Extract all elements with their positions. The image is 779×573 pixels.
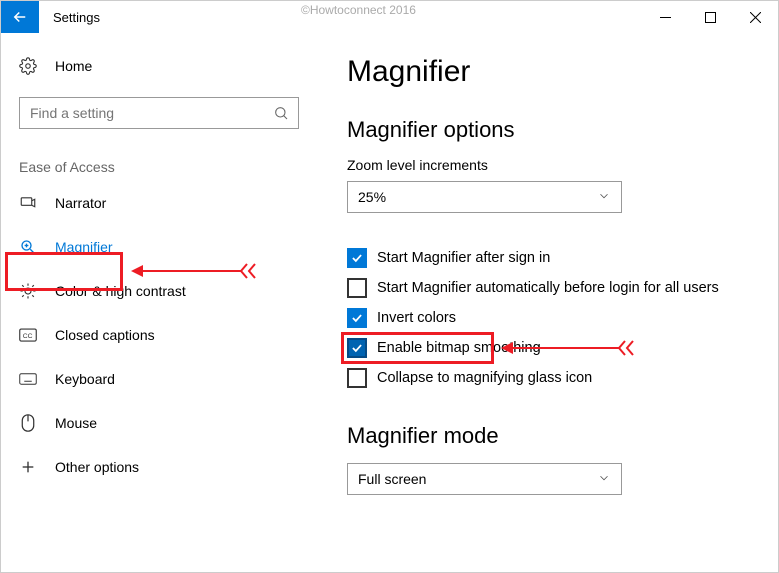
minimize-button[interactable] (643, 1, 688, 33)
sidebar-item-narrator[interactable]: Narrator (1, 181, 317, 225)
maximize-icon (705, 12, 716, 23)
checkbox-unchecked-icon (347, 278, 367, 298)
page-title: Magnifier (347, 55, 758, 89)
mode-value: Full screen (358, 471, 426, 487)
gear-icon (19, 57, 37, 75)
zoom-dropdown[interactable]: 25% (347, 181, 622, 213)
sidebar-item-label: Mouse (55, 415, 97, 431)
sidebar-item-label: Narrator (55, 195, 106, 211)
sidebar-item-other-options[interactable]: Other options (1, 445, 317, 489)
category-label: Ease of Access (1, 135, 317, 181)
back-button[interactable] (1, 1, 39, 33)
brightness-icon (19, 282, 37, 300)
sidebar-item-closed-captions[interactable]: CC Closed captions (1, 313, 317, 357)
checkbox-checked-icon (347, 308, 367, 328)
check-invert-colors[interactable]: Invert colors (347, 303, 758, 333)
sidebar-item-mouse[interactable]: Mouse (1, 401, 317, 445)
mouse-icon (19, 414, 37, 432)
maximize-button[interactable] (688, 1, 733, 33)
chevron-down-icon (597, 189, 611, 206)
mode-dropdown[interactable]: Full screen (347, 463, 622, 495)
sidebar-item-label: Color & high contrast (55, 283, 186, 299)
search-icon (273, 97, 289, 129)
checkbox-checked-icon (347, 248, 367, 268)
checkbox-unchecked-icon (347, 368, 367, 388)
svg-text:CC: CC (23, 333, 33, 340)
sidebar-item-label: Closed captions (55, 327, 155, 343)
search-wrap (19, 97, 299, 129)
arrow-left-icon (11, 8, 29, 26)
check-label: Collapse to magnifying glass icon (377, 370, 592, 386)
sidebar-item-label: Magnifier (55, 239, 113, 255)
sidebar: Home Ease of Access Narrator Magnifier (1, 33, 317, 572)
watermark: ©Howtoconnect 2016 (301, 3, 416, 17)
window-title: Settings (39, 10, 100, 25)
options-heading: Magnifier options (347, 117, 758, 143)
check-label: Invert colors (377, 310, 456, 326)
close-icon (750, 12, 761, 23)
check-label: Enable bitmap smoothing (377, 340, 541, 356)
checkbox-checked-icon (347, 338, 367, 358)
window-controls (643, 1, 778, 33)
mode-heading: Magnifier mode (347, 423, 758, 449)
sidebar-item-label: Other options (55, 459, 139, 475)
check-label: Start Magnifier automatically before log… (377, 280, 719, 296)
magnifier-icon (19, 238, 37, 256)
zoom-value: 25% (358, 189, 386, 205)
plus-icon (19, 459, 37, 475)
narrator-icon (19, 194, 37, 212)
check-collapse-glass[interactable]: Collapse to magnifying glass icon (347, 363, 758, 393)
minimize-icon (660, 12, 671, 23)
main-panel: Magnifier Magnifier options Zoom level i… (317, 33, 778, 572)
search-input[interactable] (19, 97, 299, 129)
keyboard-icon (19, 372, 37, 386)
check-bitmap-smoothing[interactable]: Enable bitmap smoothing (347, 333, 758, 363)
home-link[interactable]: Home (1, 45, 317, 87)
sidebar-item-keyboard[interactable]: Keyboard (1, 357, 317, 401)
zoom-label: Zoom level increments (347, 157, 758, 173)
chevron-down-icon (597, 471, 611, 488)
sidebar-item-label: Keyboard (55, 371, 115, 387)
cc-icon: CC (19, 328, 37, 342)
close-button[interactable] (733, 1, 778, 33)
check-label: Start Magnifier after sign in (377, 250, 550, 266)
check-start-after-signin[interactable]: Start Magnifier after sign in (347, 243, 758, 273)
home-label: Home (55, 58, 92, 74)
check-start-before-login[interactable]: Start Magnifier automatically before log… (347, 273, 758, 303)
sidebar-item-magnifier[interactable]: Magnifier (1, 225, 317, 269)
sidebar-item-color-contrast[interactable]: Color & high contrast (1, 269, 317, 313)
